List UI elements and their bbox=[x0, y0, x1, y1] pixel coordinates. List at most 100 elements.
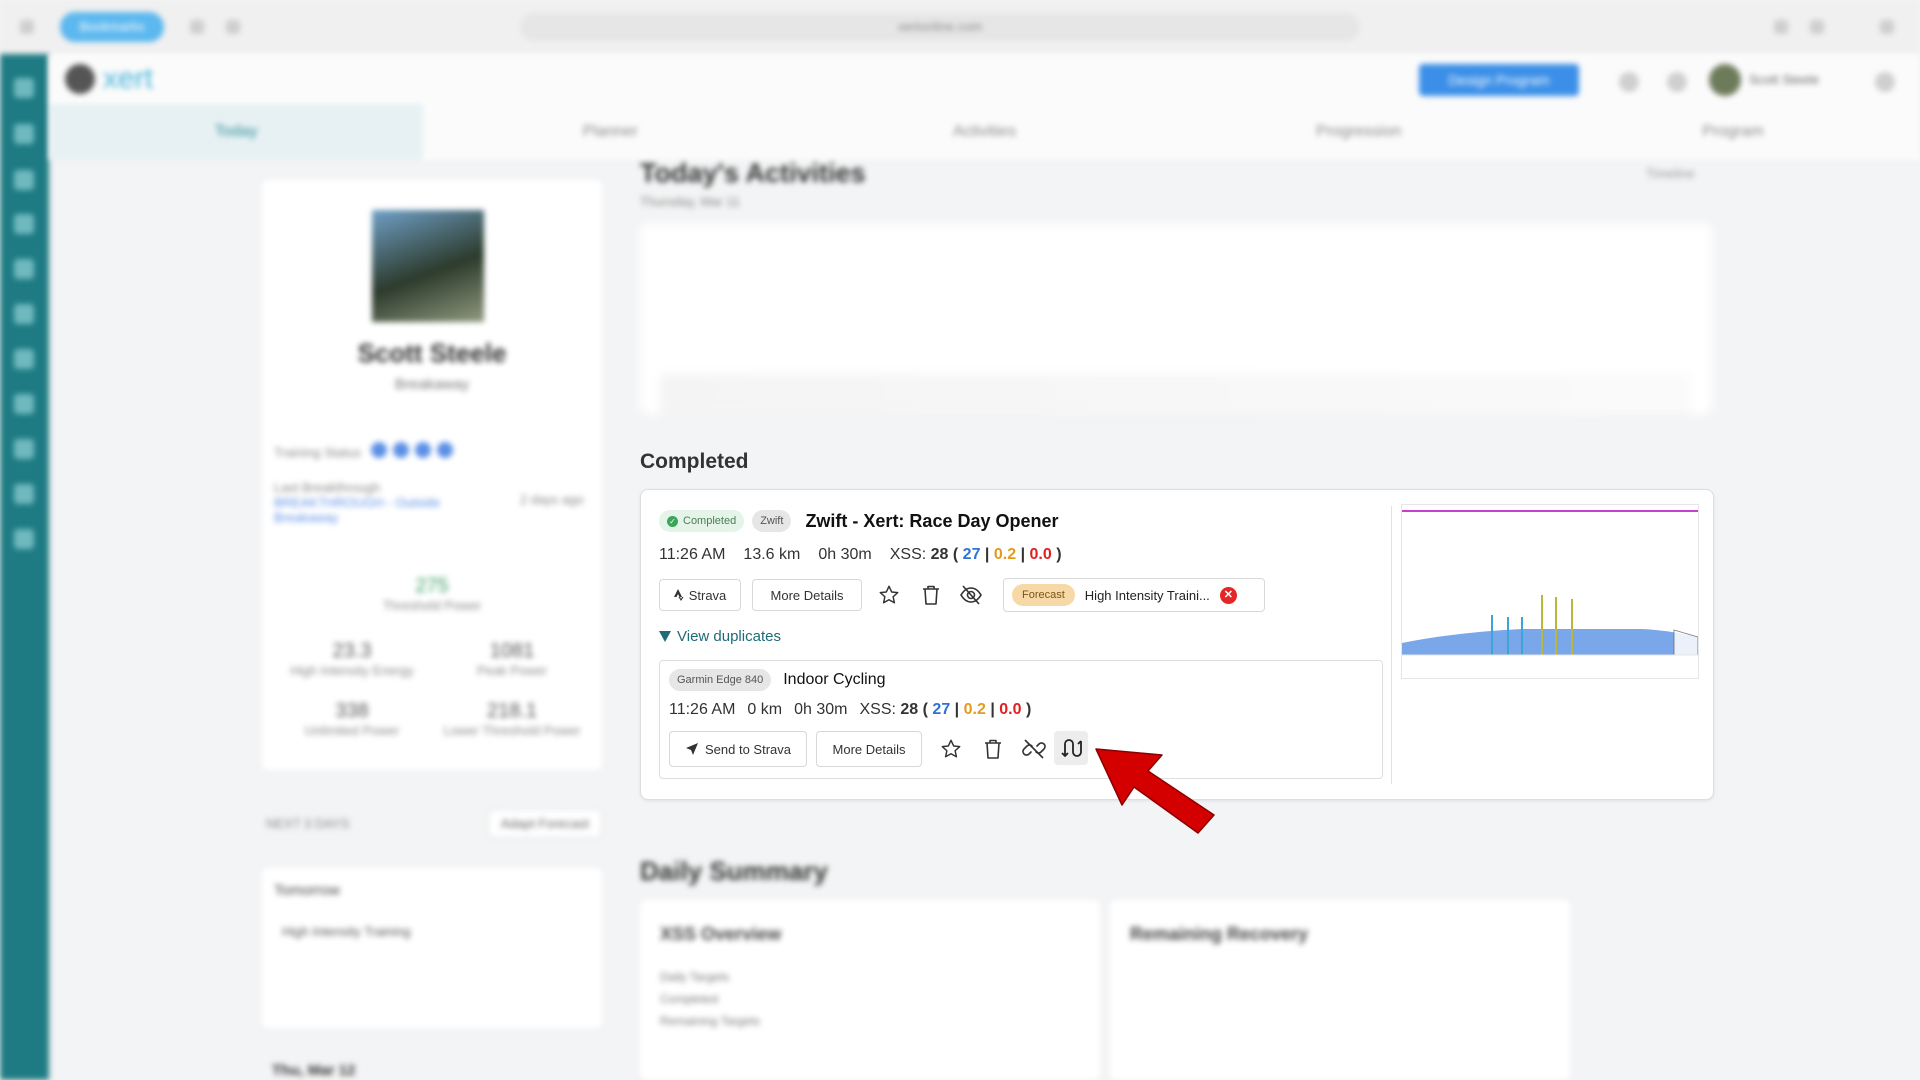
tab-activities[interactable]: Activities bbox=[797, 104, 1171, 160]
back-icon[interactable] bbox=[190, 20, 204, 34]
star-icon[interactable] bbox=[874, 580, 904, 610]
tabs-overview-icon[interactable] bbox=[1880, 20, 1894, 34]
status-dots bbox=[370, 442, 459, 463]
duplicate-title[interactable]: Indoor Cycling bbox=[783, 671, 885, 689]
cooldown-hatch bbox=[1673, 629, 1699, 656]
menu-icon[interactable] bbox=[1875, 72, 1895, 92]
add-tab-icon[interactable] bbox=[1810, 20, 1824, 34]
card-divider bbox=[1391, 506, 1392, 784]
activity-title-row: ✓ Completed Zwift Zwift - Xert: Race Day… bbox=[659, 510, 1059, 532]
trash-icon[interactable] bbox=[916, 580, 946, 610]
browser-toolbar: Bookmarks xertonline.com bbox=[0, 0, 1920, 54]
duplicate-activity-card: Garmin Edge 840 Indoor Cycling 11:26 AM … bbox=[659, 660, 1383, 779]
duplicate-star-icon[interactable] bbox=[936, 734, 966, 764]
daily-summary-title: Daily Summary bbox=[640, 856, 828, 886]
tomorrow-card: Tomorrow High Intensity Training bbox=[262, 868, 602, 1028]
duplicate-xss: XSS: 28 ( 27 | 0.2 | 0.0 ) bbox=[859, 701, 1032, 718]
tab-planner[interactable]: Planner bbox=[423, 104, 797, 160]
send-to-strava-button[interactable]: Send to Strava bbox=[669, 731, 807, 767]
nav-doc-icon[interactable] bbox=[14, 439, 34, 459]
strava-icon bbox=[673, 589, 684, 601]
duplicate-more-details-button[interactable]: More Details bbox=[816, 731, 922, 767]
adapt-forecast-button[interactable]: Adapt Forecast bbox=[487, 809, 602, 838]
forecast-workout-name: High Intensity Traini... bbox=[1084, 587, 1210, 603]
activity-duration: 0h 30m bbox=[818, 546, 872, 563]
today-subtitle: Thursday, Mar 11 bbox=[640, 194, 740, 209]
stat-high-intensity: 23.3 High Intensity Energy bbox=[290, 640, 414, 678]
nav-search-icon[interactable] bbox=[14, 170, 34, 190]
tomorrow-item[interactable]: High Intensity Training bbox=[282, 924, 411, 939]
help-icon[interactable] bbox=[1667, 72, 1687, 92]
timeline-link[interactable]: Timeline bbox=[1646, 166, 1695, 181]
profile-name: Scott Steele bbox=[357, 338, 507, 368]
remove-forecast-icon[interactable]: ✕ bbox=[1219, 586, 1237, 604]
completed-section-title: Completed bbox=[640, 450, 749, 473]
nav-bolt-icon[interactable] bbox=[14, 259, 34, 279]
bookmarks-pill[interactable]: Bookmarks bbox=[60, 12, 164, 42]
nav-today-icon[interactable] bbox=[14, 124, 34, 144]
view-duplicates-toggle[interactable]: View duplicates bbox=[659, 628, 781, 645]
power-chart-svg bbox=[1402, 510, 1699, 656]
duplicate-trash-icon[interactable] bbox=[978, 734, 1008, 764]
daily-targets-row: Daily Targets bbox=[660, 970, 730, 984]
today-title: Today's Activities bbox=[640, 158, 866, 188]
profile-card: Scott Steele Breakaway Training Status L… bbox=[262, 180, 602, 770]
app-header: xert Design Program Scott Steele Today P… bbox=[49, 54, 1920, 160]
nav-mail-icon[interactable] bbox=[14, 394, 34, 414]
sidebar-toggle-icon[interactable] bbox=[20, 20, 34, 34]
nav-help-icon[interactable] bbox=[14, 529, 34, 549]
device-badge: Garmin Edge 840 bbox=[669, 669, 772, 691]
tomorrow-label: Tomorrow bbox=[274, 882, 340, 899]
red-pointer-arrow bbox=[1095, 748, 1215, 834]
duplicate-duration: 0h 30m bbox=[794, 701, 848, 718]
unlink-icon[interactable] bbox=[1019, 734, 1049, 764]
forecast-link-box[interactable]: Forecast High Intensity Traini... ✕ bbox=[1003, 578, 1265, 612]
ftp-stat: 275 Threshold Power bbox=[382, 575, 482, 613]
duplicate-distance: 0 km bbox=[747, 701, 783, 718]
more-details-button[interactable]: More Details bbox=[752, 579, 862, 611]
remaining-recovery-title: Remaining Recovery bbox=[1130, 924, 1309, 944]
duplicate-time: 11:26 AM bbox=[669, 701, 736, 718]
swap-primary-icon[interactable] bbox=[1054, 731, 1088, 765]
completed-row: Completed bbox=[660, 992, 719, 1006]
xss-overview-title: XSS Overview bbox=[660, 924, 782, 944]
nav-chart-icon[interactable] bbox=[14, 349, 34, 369]
main-tabs: Today Planner Activities Progression Pro… bbox=[49, 104, 1920, 160]
tab-today[interactable]: Today bbox=[49, 104, 424, 160]
duplicate-title-row: Garmin Edge 840 Indoor Cycling bbox=[669, 669, 886, 691]
nav-home-icon[interactable] bbox=[14, 78, 34, 98]
duplicate-meta: 11:26 AM 0 km 0h 30m XSS: 28 ( 27 | 0.2 … bbox=[669, 701, 1031, 719]
forward-icon[interactable] bbox=[226, 20, 240, 34]
profile-photo bbox=[372, 210, 484, 322]
today-chart-placeholder bbox=[660, 374, 1690, 414]
triangle-down-icon bbox=[659, 631, 671, 642]
share-icon[interactable] bbox=[1774, 20, 1788, 34]
nav-calendar-icon[interactable] bbox=[14, 214, 34, 234]
address-bar[interactable]: xertonline.com bbox=[520, 13, 1360, 41]
design-program-button[interactable]: Design Program bbox=[1419, 64, 1579, 96]
tab-program[interactable]: Program bbox=[1546, 104, 1920, 160]
logo-mark bbox=[65, 64, 95, 94]
xss-overview-card: XSS Overview Daily Targets Completed Rem… bbox=[640, 900, 1100, 1080]
activity-meta: 11:26 AM 13.6 km 0h 30m XSS: 28 ( 27 | 0… bbox=[659, 546, 1062, 564]
remaining-targets-row: Remaining Targets bbox=[660, 1014, 760, 1028]
nav-list-icon[interactable] bbox=[14, 304, 34, 324]
avatar[interactable] bbox=[1709, 64, 1741, 96]
stat-lower-threshold: 218.1 Lower Threshold Power bbox=[443, 700, 581, 738]
activity-title[interactable]: Zwift - Xert: Race Day Opener bbox=[805, 511, 1058, 532]
power-area bbox=[1402, 629, 1698, 655]
last-breakthrough-link[interactable]: BREAKTHROUGH - Outside Breakaway bbox=[274, 495, 474, 525]
strava-button[interactable]: Strava bbox=[659, 579, 741, 611]
last-breakthrough-meta: 2 days ago bbox=[520, 492, 584, 507]
hide-icon[interactable] bbox=[956, 580, 986, 610]
next-days-row: NEXT 3 DAYS Adapt Forecast bbox=[266, 809, 602, 845]
nav-settings-icon[interactable] bbox=[14, 484, 34, 504]
xert-logo[interactable]: xert bbox=[65, 62, 185, 96]
bell-icon[interactable] bbox=[1619, 72, 1639, 92]
workout-power-chart[interactable] bbox=[1401, 504, 1699, 679]
tab-progression[interactable]: Progression bbox=[1172, 104, 1546, 160]
forecast-badge: Forecast bbox=[1012, 584, 1075, 606]
left-nav-rail bbox=[0, 54, 49, 1080]
user-name[interactable]: Scott Steele bbox=[1749, 72, 1819, 87]
last-breakthrough: Last Breakthrough BREAKTHROUGH - Outside… bbox=[274, 480, 474, 525]
